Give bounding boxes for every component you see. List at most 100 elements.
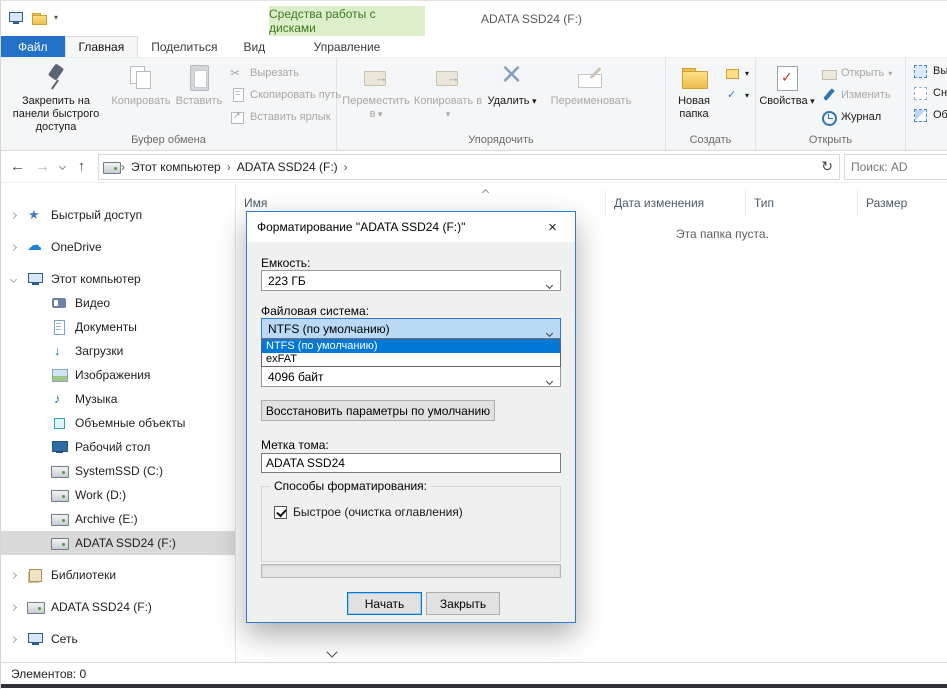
history-button[interactable]: Журнал <box>816 106 896 128</box>
music-icon <box>51 391 69 407</box>
expander-chevron-icon[interactable] <box>11 573 27 578</box>
dropdown-option-exfat[interactable]: exFAT <box>262 353 560 366</box>
tab-home[interactable]: Главная <box>65 36 139 57</box>
dialog-close-button[interactable]: × <box>530 213 575 242</box>
sidebar-item[interactable]: Объемные объекты <box>1 411 235 435</box>
copy-button[interactable]: Копировать <box>109 60 173 130</box>
quick-format-checkbox[interactable] <box>274 506 287 519</box>
explorer-window: ▾ Средства работы с дисками ADATA SSD24 … <box>0 0 947 689</box>
allocation-unit-combobox[interactable]: 4096 байт <box>261 366 561 387</box>
properties-button[interactable]: Свойства <box>758 60 816 130</box>
folder-icon[interactable] <box>31 10 47 25</box>
desktop-icon <box>51 439 69 455</box>
search-box[interactable] <box>844 154 947 180</box>
expander-chevron-icon[interactable] <box>11 637 27 642</box>
edit-button[interactable]: Изменить <box>816 84 896 106</box>
column-header-type[interactable]: Тип <box>746 190 858 216</box>
qat-customize-chevron-icon[interactable]: ▾ <box>54 13 58 22</box>
breadcrumb-current-drive[interactable]: ADATA SSD24 (F:) <box>231 160 344 174</box>
sidebar-item[interactable]: Сеть <box>1 627 235 651</box>
button-label: Вырезать <box>250 67 299 79</box>
new-folder-button[interactable]: Новая папка <box>668 60 720 130</box>
ribbon-group-clipboard: Закрепить на панели быстрого доступа Коп… <box>1 58 337 150</box>
dropdown-option-ntfs[interactable]: NTFS (по умолчанию) <box>262 340 560 353</box>
move-to-button[interactable]: Переместить в <box>339 60 413 130</box>
new-item-button[interactable] <box>720 62 753 84</box>
expander-chevron-icon[interactable] <box>11 277 27 282</box>
capacity-value: 223 ГБ <box>268 274 306 288</box>
up-button[interactable]: ↑ <box>69 154 94 180</box>
cut-button[interactable]: Вырезать <box>225 62 345 84</box>
sidebar-item[interactable]: Изображения <box>1 363 235 387</box>
invert-selection-button[interactable]: Обр <box>908 104 947 126</box>
sidebar-item[interactable]: Документы <box>1 315 235 339</box>
sidebar-item[interactable]: Музыка <box>1 387 235 411</box>
search-input[interactable] <box>845 155 947 179</box>
paste-shortcut-button[interactable]: Вставить ярлык <box>225 106 345 128</box>
breadcrumb-this-pc[interactable]: Этот компьютер <box>125 160 227 174</box>
sidebar-item-label: Сеть <box>51 632 78 646</box>
pictures-icon <box>51 367 69 383</box>
drive-icon <box>51 511 69 527</box>
move-to-icon <box>358 61 394 95</box>
easy-access-button[interactable] <box>720 84 753 106</box>
refresh-button[interactable]: ↻ <box>821 158 833 175</box>
invert-selection-icon <box>912 107 929 123</box>
sidebar-item[interactable]: Archive (E:) <box>1 507 235 531</box>
sidebar-item[interactable]: OneDrive <box>1 235 235 259</box>
sidebar-item[interactable]: Видео <box>1 291 235 315</box>
sidebar-item-label: Этот компьютер <box>51 272 141 286</box>
tab-manage[interactable]: Управление <box>269 36 425 57</box>
sidebar-item-label: Документы <box>75 320 137 334</box>
sidebar-item[interactable]: Быстрый доступ <box>1 203 235 227</box>
pin-icon <box>38 61 74 95</box>
tab-file[interactable]: Файл <box>1 36 65 57</box>
dialog-title-bar[interactable]: Форматирование "ADATA SSD24 (F:)" × <box>247 212 575 242</box>
restore-defaults-button[interactable]: Восстановить параметры по умолчанию <box>261 400 495 421</box>
select-none-button[interactable]: Сня <box>908 82 947 104</box>
close-button[interactable]: Закрыть <box>426 592 500 615</box>
rename-button[interactable]: Переименовать <box>541 60 641 130</box>
sidebar-item[interactable]: Этот компьютер <box>1 267 235 291</box>
column-header-size[interactable]: Размер <box>858 190 947 216</box>
recent-locations-chevron-icon[interactable] <box>55 154 69 180</box>
sidebar-item[interactable]: ADATA SSD24 (F:) <box>1 595 235 619</box>
tab-share[interactable]: Поделиться <box>138 36 230 57</box>
contextual-tab-header: Средства работы с дисками <box>269 6 425 36</box>
breadcrumb[interactable]: Этот компьютер ADATA SSD24 (F:) ↻ <box>98 154 840 180</box>
sidebar-item[interactable]: ADATA SSD24 (F:) <box>1 531 235 555</box>
sidebar-item[interactable]: Рабочий стол <box>1 435 235 459</box>
sort-ascending-chevron-icon[interactable] <box>483 184 488 198</box>
capacity-combobox[interactable]: 223 ГБ <box>261 270 561 291</box>
start-button[interactable]: Начать <box>347 592 422 615</box>
select-all-button[interactable]: Выд <box>908 60 947 82</box>
back-button[interactable]: ← <box>5 154 30 180</box>
drive-icon <box>51 487 69 503</box>
ribbon-tabs: Файл Главная Поделиться Вид Управление <box>1 36 947 58</box>
filesystem-combobox[interactable]: NTFS (по умолчанию) <box>261 318 561 339</box>
button-label: Копировать <box>111 95 170 108</box>
delete-button[interactable]: Удалить <box>483 60 541 130</box>
format-options-groupbox: Способы форматирования: Быстрое (очистка… <box>261 486 561 562</box>
column-header-date[interactable]: Дата изменения <box>606 190 746 216</box>
scroll-down-chevron-icon[interactable] <box>328 645 336 659</box>
paste-button[interactable]: Вставить <box>173 60 225 130</box>
button-label: Сня <box>933 87 947 99</box>
forward-button[interactable]: → <box>30 154 55 180</box>
expander-chevron-icon[interactable] <box>11 213 27 218</box>
sidebar-item[interactable]: SystemSSD (C:) <box>1 459 235 483</box>
sidebar-item[interactable]: Библиотеки <box>1 563 235 587</box>
breadcrumb-separator[interactable] <box>344 160 348 174</box>
drive-icon <box>103 159 121 175</box>
quick-format-row[interactable]: Быстрое (очистка оглавления) <box>274 505 463 519</box>
sidebar-item[interactable]: Загрузки <box>1 339 235 363</box>
volume-label-input[interactable] <box>261 453 561 473</box>
expander-chevron-icon[interactable] <box>11 605 27 610</box>
expander-chevron-icon[interactable] <box>11 245 27 250</box>
volume-label: Метка тома: <box>261 438 329 452</box>
open-button[interactable]: Открыть <box>816 62 896 84</box>
copy-path-button[interactable]: Скопировать путь <box>225 84 345 106</box>
sidebar-item[interactable]: Work (D:) <box>1 483 235 507</box>
copy-to-button[interactable]: Копировать в <box>413 60 483 130</box>
pin-to-quick-access-button[interactable]: Закрепить на панели быстрого доступа <box>3 60 109 130</box>
